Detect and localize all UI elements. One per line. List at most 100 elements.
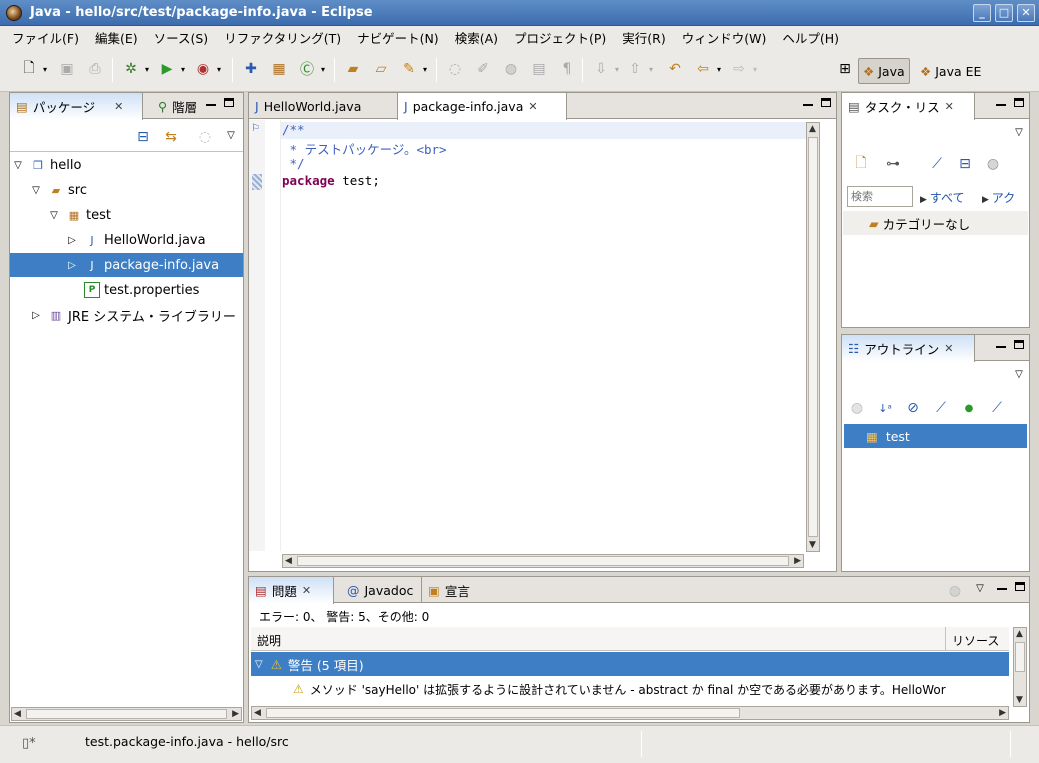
- minimize-window-button[interactable]: _: [973, 3, 991, 22]
- dropdown-icon[interactable]: ▾: [642, 60, 660, 78]
- toggle-mark-icon[interactable]: ◌: [446, 60, 464, 78]
- filter-activate-link[interactable]: ▶ アク: [982, 189, 1015, 206]
- perspective-java-ee[interactable]: ❖ Java EE: [916, 58, 985, 84]
- dropdown-icon[interactable]: ▾: [746, 60, 764, 78]
- dropdown-icon[interactable]: ▾: [710, 60, 728, 78]
- hide-static-icon[interactable]: ⟋: [932, 399, 950, 417]
- category-row[interactable]: ▰ カテゴリーなし: [843, 211, 1028, 235]
- tree-item-package-info[interactable]: ▷ J package-info.java: [10, 253, 243, 277]
- tree-item-src[interactable]: ▽ ▰ src: [10, 178, 243, 202]
- tab-hierarchy[interactable]: ⚲ 階層: [152, 93, 203, 119]
- collapsed-icon[interactable]: ▷: [66, 235, 78, 246]
- focus-icon[interactable]: ◍: [946, 582, 964, 600]
- menu-project[interactable]: プロジェクト(P): [506, 28, 614, 47]
- filter-all-link[interactable]: ▶ すべて: [920, 189, 964, 206]
- menu-window[interactable]: ウィンドウ(W): [674, 28, 775, 47]
- maximize-icon[interactable]: [1014, 98, 1024, 107]
- link-with-editor-icon[interactable]: ⇆: [162, 128, 180, 146]
- expanded-icon[interactable]: ▽: [30, 185, 42, 196]
- task-search-input[interactable]: [847, 186, 913, 207]
- hide-fields-icon[interactable]: ⊘: [904, 399, 922, 417]
- close-icon[interactable]: ✕: [528, 100, 537, 113]
- tab-task-list[interactable]: ▤ タスク・リス ✕: [841, 93, 975, 120]
- outline-item-test[interactable]: ▦ test: [844, 424, 1027, 448]
- open-folder-icon[interactable]: ▱: [372, 60, 390, 78]
- minimize-icon[interactable]: [996, 104, 1006, 106]
- focus-icon[interactable]: ◍: [984, 155, 1002, 173]
- view-menu-icon[interactable]: ▽: [222, 126, 240, 144]
- dropdown-icon[interactable]: ▾: [210, 60, 228, 78]
- editor-vertical-scrollbar[interactable]: ▲ ▼: [806, 122, 820, 552]
- save-icon[interactable]: ▣: [58, 60, 76, 78]
- expanded-icon[interactable]: ▽: [48, 210, 60, 221]
- block-select-icon[interactable]: ▤: [530, 60, 548, 78]
- tree-item-helloworld[interactable]: ▷ J HelloWorld.java: [10, 228, 243, 252]
- menu-search[interactable]: 検索(A): [447, 28, 506, 47]
- problems-vertical-scrollbar[interactable]: ▲ ▼: [1013, 627, 1027, 707]
- collapse-all-icon[interactable]: ⊟: [134, 128, 152, 146]
- code-line-1[interactable]: /**: [282, 122, 305, 137]
- menu-help[interactable]: ヘルプ(H): [774, 28, 847, 47]
- column-resource[interactable]: リソース: [945, 627, 1009, 651]
- menu-source[interactable]: ソース(S): [146, 28, 217, 47]
- tab-problems[interactable]: ▤ 問題 ✕: [248, 577, 334, 604]
- maximize-icon[interactable]: [821, 98, 831, 107]
- sort-icon[interactable]: ↓ᵃ: [876, 399, 894, 417]
- column-description[interactable]: 説明: [257, 632, 281, 649]
- dropdown-icon[interactable]: ▾: [314, 60, 332, 78]
- perspective-java[interactable]: ❖ Java: [858, 58, 910, 84]
- tree-item-project[interactable]: ▽ ❐ hello: [10, 153, 243, 177]
- focus-icon[interactable]: ◍: [848, 399, 866, 417]
- minimize-icon[interactable]: [803, 104, 813, 106]
- tab-outline[interactable]: ☷ アウトライン ✕: [841, 335, 975, 362]
- code-line-4[interactable]: package test;: [282, 173, 380, 188]
- view-menu-icon[interactable]: ▽: [971, 579, 989, 597]
- code-line-3[interactable]: */: [282, 156, 305, 171]
- hide-completed-icon[interactable]: ⟋: [928, 155, 946, 173]
- tree-item-properties[interactable]: P test.properties: [10, 278, 243, 302]
- editor-horizontal-scrollbar[interactable]: ◀ ▶: [282, 554, 804, 568]
- problems-horizontal-scrollbar[interactable]: ◀ ▶: [251, 706, 1009, 720]
- close-icon[interactable]: ✕: [114, 100, 123, 113]
- view-menu-icon[interactable]: ▽: [1010, 365, 1028, 383]
- close-icon[interactable]: ✕: [945, 100, 954, 113]
- tab-declaration[interactable]: ▣ 宣言: [421, 577, 476, 603]
- view-menu-icon[interactable]: ▽: [1010, 123, 1028, 141]
- print-icon[interactable]: ⎙: [86, 60, 104, 78]
- warning-marker-icon[interactable]: ⚐: [251, 123, 263, 137]
- minimize-icon[interactable]: [206, 104, 216, 106]
- filter-icon[interactable]: ◌: [196, 128, 214, 146]
- maximize-icon[interactable]: [1015, 582, 1025, 591]
- hide-nonpublic-icon[interactable]: ●: [960, 399, 978, 417]
- tab-package-explorer[interactable]: ▤ パッケージ ✕: [9, 93, 143, 120]
- menu-refactor[interactable]: リファクタリング(T): [216, 28, 349, 47]
- menu-navigate[interactable]: ナビゲート(N): [349, 28, 447, 47]
- maximize-window-button[interactable]: □: [995, 3, 1013, 22]
- close-icon[interactable]: ✕: [944, 342, 953, 355]
- tab-helloworld-java[interactable]: J HelloWorld.java: [249, 93, 367, 119]
- new-task-icon[interactable]: 🗋: [852, 155, 870, 173]
- open-type-icon[interactable]: ▰: [344, 60, 362, 78]
- fast-view-icon[interactable]: ▯*: [22, 736, 36, 751]
- expanded-icon[interactable]: ▽: [12, 160, 24, 171]
- minimize-icon[interactable]: [996, 346, 1006, 348]
- tab-package-info-java[interactable]: J package-info.java ✕: [397, 93, 567, 120]
- hide-local-types-icon[interactable]: ⟋: [988, 399, 1006, 417]
- show-whitespace-icon[interactable]: ¶: [558, 60, 576, 78]
- dropdown-icon[interactable]: ▾: [36, 60, 54, 78]
- code-line-2[interactable]: * テストパッケージ。<br>: [282, 139, 447, 158]
- collapsed-icon[interactable]: ▷: [30, 310, 42, 321]
- warning-group-row[interactable]: ▽ ⚠ 警告 (5 項目): [251, 652, 1009, 676]
- collapse-all-icon[interactable]: ⊟: [956, 155, 974, 173]
- breadcrumb-icon[interactable]: ◍: [502, 60, 520, 78]
- problem-row[interactable]: ⚠ メソッド 'sayHello' は拡張するように設計されていません - ab…: [251, 677, 1009, 701]
- horizontal-scrollbar[interactable]: ◀ ▶: [11, 707, 242, 721]
- expanded-icon[interactable]: ▽: [255, 659, 263, 670]
- dropdown-icon[interactable]: ▾: [608, 60, 626, 78]
- new-package-icon[interactable]: ▦: [270, 60, 288, 78]
- tree-item-package[interactable]: ▽ ▦ test: [10, 203, 243, 227]
- dropdown-icon[interactable]: ▾: [138, 60, 156, 78]
- dropdown-icon[interactable]: ▾: [416, 60, 434, 78]
- maximize-icon[interactable]: [1014, 340, 1024, 349]
- collapsed-icon[interactable]: ▷: [66, 260, 78, 271]
